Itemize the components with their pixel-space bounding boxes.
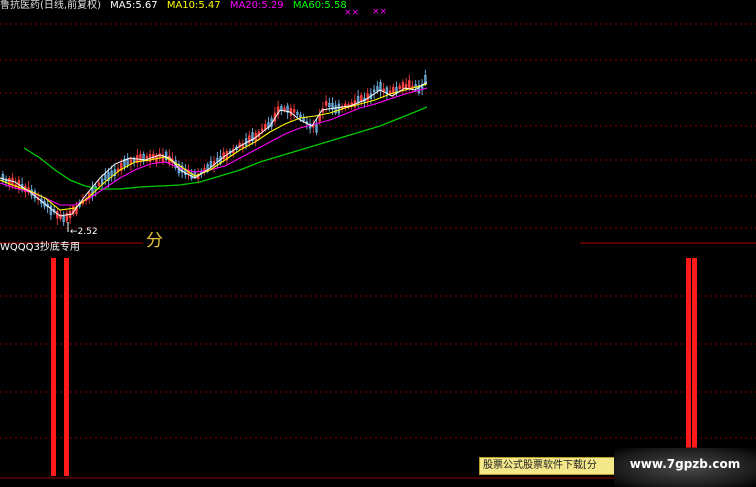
indicator-label: WQQQ3抄底专用 [0,242,80,253]
candle-body [360,95,363,102]
candle-body [366,93,369,101]
candle-body [97,182,101,186]
grid-lines [0,23,756,439]
candle-body [260,128,264,132]
candle-body [408,80,411,90]
signal-bar [64,258,69,476]
ma10-line [0,83,428,211]
candle-body [398,85,401,90]
watermark-text: 分 [146,231,163,251]
signal-bar [686,258,691,448]
candle-body [292,109,296,113]
ma60-line [23,106,428,190]
candle-body [8,177,11,187]
signal-bar [692,258,697,448]
signal-bar [51,258,56,476]
ad-banner[interactable]: 股票公式股票软件下载[分 [479,457,619,475]
kline-chart[interactable] [0,0,756,487]
site-badge[interactable]: www.7gpzb.com [614,448,756,487]
indicator-signal-bars [51,258,697,476]
candle-body [324,100,328,106]
low-price-label: ←2.52 [70,227,98,237]
candlesticks [1,69,427,232]
candle-body [283,107,286,111]
candle-body [401,82,405,89]
ma5-line [0,81,428,217]
candle-body [248,135,251,144]
ma20-line [0,87,428,206]
